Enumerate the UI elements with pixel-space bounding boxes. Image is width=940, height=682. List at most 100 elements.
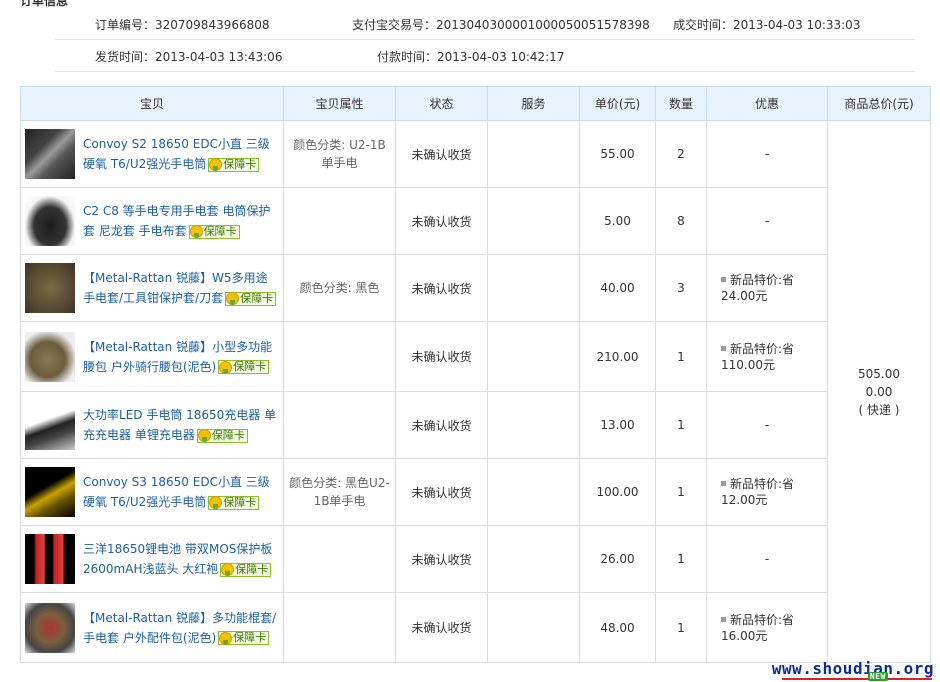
table-header: 宝贝 宝贝属性 状态 服务 单价(元) 数量 优惠 商品总价(元) bbox=[20, 86, 931, 121]
accessory-pack-thumb[interactable] bbox=[25, 602, 75, 653]
col-header-service: 服务 bbox=[487, 86, 580, 121]
item-service-cell bbox=[487, 391, 580, 459]
item-status-cell: 未确认收货 bbox=[395, 458, 488, 526]
guarantee-label: 保障卡 bbox=[223, 157, 257, 171]
table-row: C2 C8 等手电专用手电套 电筒保护套 尼龙套 手电布套 保障卡 未确认收货 5.0… bbox=[20, 187, 931, 255]
item-attributes-cell bbox=[283, 391, 396, 459]
waistbag-thumb[interactable] bbox=[25, 331, 75, 382]
item-service-cell bbox=[487, 254, 580, 322]
product-cell: 【Metal-Rattan 锐藤】W5多用途手电套/工具钳保护套/刀套 保障卡 bbox=[20, 254, 284, 322]
order-info-row-2: 发货时间：2013-04-03 13:43:06 付款时间：2013-04-03… bbox=[55, 42, 915, 72]
quantity: 1 bbox=[677, 552, 685, 566]
quantity: 8 bbox=[677, 214, 685, 228]
item-attributes: 颜色分类: 黑色 bbox=[299, 281, 380, 295]
guarantee-card-badge[interactable]: 保障卡 bbox=[218, 360, 270, 374]
item-status-cell: 未确认收货 bbox=[395, 120, 488, 188]
product-cell: Convoy S2 18650 EDC小直 三级硬氧 T6/U2强光手电筒 保障卡 bbox=[20, 120, 284, 188]
quantity: 1 bbox=[677, 349, 685, 364]
item-status: 未确认收货 bbox=[411, 214, 472, 229]
unit-price-cell: 48.00 bbox=[579, 592, 656, 663]
item-status: 未确认收货 bbox=[411, 418, 472, 433]
product-cell: 三洋18650锂电池 带双MOS保护板 2600mAH浅蓝头 大红袍 保障卡 bbox=[20, 525, 284, 593]
quantity-cell: 1 bbox=[655, 321, 707, 392]
discount-cell: 新品特价:省110.00元 bbox=[706, 321, 828, 392]
bullet-icon bbox=[721, 345, 726, 351]
product-cell: 【Metal-Rattan 锐藤】多功能棍套/手电套 户外配件包(泥色) 保障卡 bbox=[20, 592, 284, 663]
charger-thumb[interactable] bbox=[25, 400, 75, 450]
flashlight-thumb[interactable] bbox=[25, 129, 75, 179]
bullet-icon bbox=[721, 277, 726, 282]
item-attributes-cell: 颜色分类: 黑色 bbox=[283, 254, 396, 322]
battery-thumb[interactable] bbox=[25, 534, 75, 584]
unit-price: 5.00 bbox=[604, 214, 631, 228]
discount-cell: 新品特价:省16.00元 bbox=[706, 592, 828, 663]
item-attributes: 颜色分类: U2-1B单手电 bbox=[293, 138, 386, 170]
pouch-thumb[interactable] bbox=[25, 263, 75, 313]
guarantee-card-badge[interactable]: 保障卡 bbox=[196, 428, 248, 443]
bullet-icon bbox=[721, 481, 726, 486]
item-service-cell bbox=[487, 120, 580, 188]
quantity-cell: 1 bbox=[655, 592, 707, 663]
item-attributes-cell bbox=[283, 321, 396, 392]
guarantee-card-badge[interactable]: 保障卡 bbox=[220, 562, 272, 577]
guarantee-card-badge[interactable]: 保障卡 bbox=[208, 157, 260, 172]
guarantee-card-badge[interactable]: 保障卡 bbox=[218, 631, 270, 645]
unit-price-cell: 55.00 bbox=[579, 120, 656, 188]
table-row: 三洋18650锂电池 带双MOS保护板 2600mAH浅蓝头 大红袍 保障卡 未确认… bbox=[20, 525, 931, 593]
discount-none: - bbox=[764, 552, 770, 566]
quantity: 1 bbox=[677, 620, 685, 635]
discount-cell: 新品特价:省12.00元 bbox=[706, 458, 828, 526]
item-service-cell bbox=[487, 525, 580, 593]
unit-price: 55.00 bbox=[600, 147, 635, 161]
guarantee-label: 保障卡 bbox=[235, 562, 269, 576]
discount-none: - bbox=[764, 147, 770, 161]
product-cell: 大功率LED 手电筒 18650充电器 单充充电器 单锂充电器 保障卡 bbox=[20, 391, 284, 459]
unit-price-cell: 5.00 bbox=[579, 187, 656, 255]
guarantee-label: 保障卡 bbox=[240, 291, 274, 305]
quantity: 3 bbox=[677, 281, 685, 295]
guarantee-card-badge[interactable]: 保障卡 bbox=[225, 291, 277, 306]
item-status: 未确认收货 bbox=[411, 552, 472, 567]
item-attributes-cell bbox=[283, 525, 396, 593]
col-header-attr: 宝贝属性 bbox=[283, 86, 396, 121]
watermark: www.shoudian.org NEW bbox=[772, 659, 934, 681]
flashlight2-thumb[interactable] bbox=[25, 467, 75, 517]
item-status-cell: 未确认收货 bbox=[395, 321, 488, 392]
item-status-cell: 未确认收货 bbox=[395, 592, 488, 663]
order-total-amount: 505.00 bbox=[858, 366, 900, 381]
item-service-cell bbox=[487, 187, 580, 255]
guarantee-icon bbox=[189, 225, 203, 238]
item-attributes-cell: 颜色分类: U2-1B单手电 bbox=[283, 120, 396, 188]
quantity-cell: 3 bbox=[655, 254, 707, 322]
table-row: 【Metal-Rattan 锐藤】多功能棍套/手电套 户外配件包(泥色) 保障卡 未… bbox=[20, 592, 931, 663]
discount-text: 新品特价:省24.00元 bbox=[721, 273, 795, 303]
guarantee-icon bbox=[219, 360, 233, 374]
quantity-cell: 8 bbox=[655, 187, 707, 255]
holster-thumb[interactable] bbox=[25, 196, 75, 246]
guarantee-card-badge[interactable]: 保障卡 bbox=[208, 495, 260, 510]
col-header-discount: 优惠 bbox=[706, 86, 828, 121]
guarantee-card-badge[interactable]: 保障卡 bbox=[188, 224, 240, 239]
item-status-cell: 未确认收货 bbox=[395, 187, 488, 255]
discount-cell: - bbox=[706, 187, 828, 255]
guarantee-icon bbox=[219, 631, 233, 645]
product-cell: 【Metal-Rattan 锐藤】小型多功能腰包 户外骑行腰包(泥色) 保障卡 bbox=[20, 321, 284, 392]
item-status: 未确认收货 bbox=[411, 147, 472, 162]
item-status: 未确认收货 bbox=[411, 485, 472, 500]
item-status: 未确认收货 bbox=[411, 621, 472, 635]
order-total-cell: 505.00 0.00 ( 快递 ) bbox=[827, 120, 931, 663]
item-attributes-cell bbox=[283, 592, 396, 663]
discount-text: 新品特价:省16.00元 bbox=[721, 612, 795, 643]
item-attributes: 颜色分类: 黑色U2-1B单手电 bbox=[289, 476, 390, 508]
order-items-table: 宝贝 宝贝属性 状态 服务 单价(元) 数量 优惠 商品总价(元) Convoy… bbox=[20, 86, 931, 663]
product-link[interactable]: C2 C8 等手电专用手电套 电筒保护套 尼龙套 手电布套 bbox=[83, 204, 270, 238]
item-attributes-cell bbox=[283, 187, 396, 255]
item-service-cell bbox=[487, 458, 580, 526]
unit-price-cell: 26.00 bbox=[579, 525, 656, 593]
discount-cell: - bbox=[706, 120, 828, 188]
discount-text: 新品特价:省12.00元 bbox=[721, 477, 795, 507]
watermark-new-badge: NEW bbox=[867, 672, 888, 681]
col-header-item: 宝贝 bbox=[20, 86, 284, 121]
deal-time: 成交时间：2013-04-03 10:33:03 bbox=[673, 18, 861, 32]
table-row: 【Metal-Rattan 锐藤】小型多功能腰包 户外骑行腰包(泥色) 保障卡 未确… bbox=[20, 321, 931, 392]
